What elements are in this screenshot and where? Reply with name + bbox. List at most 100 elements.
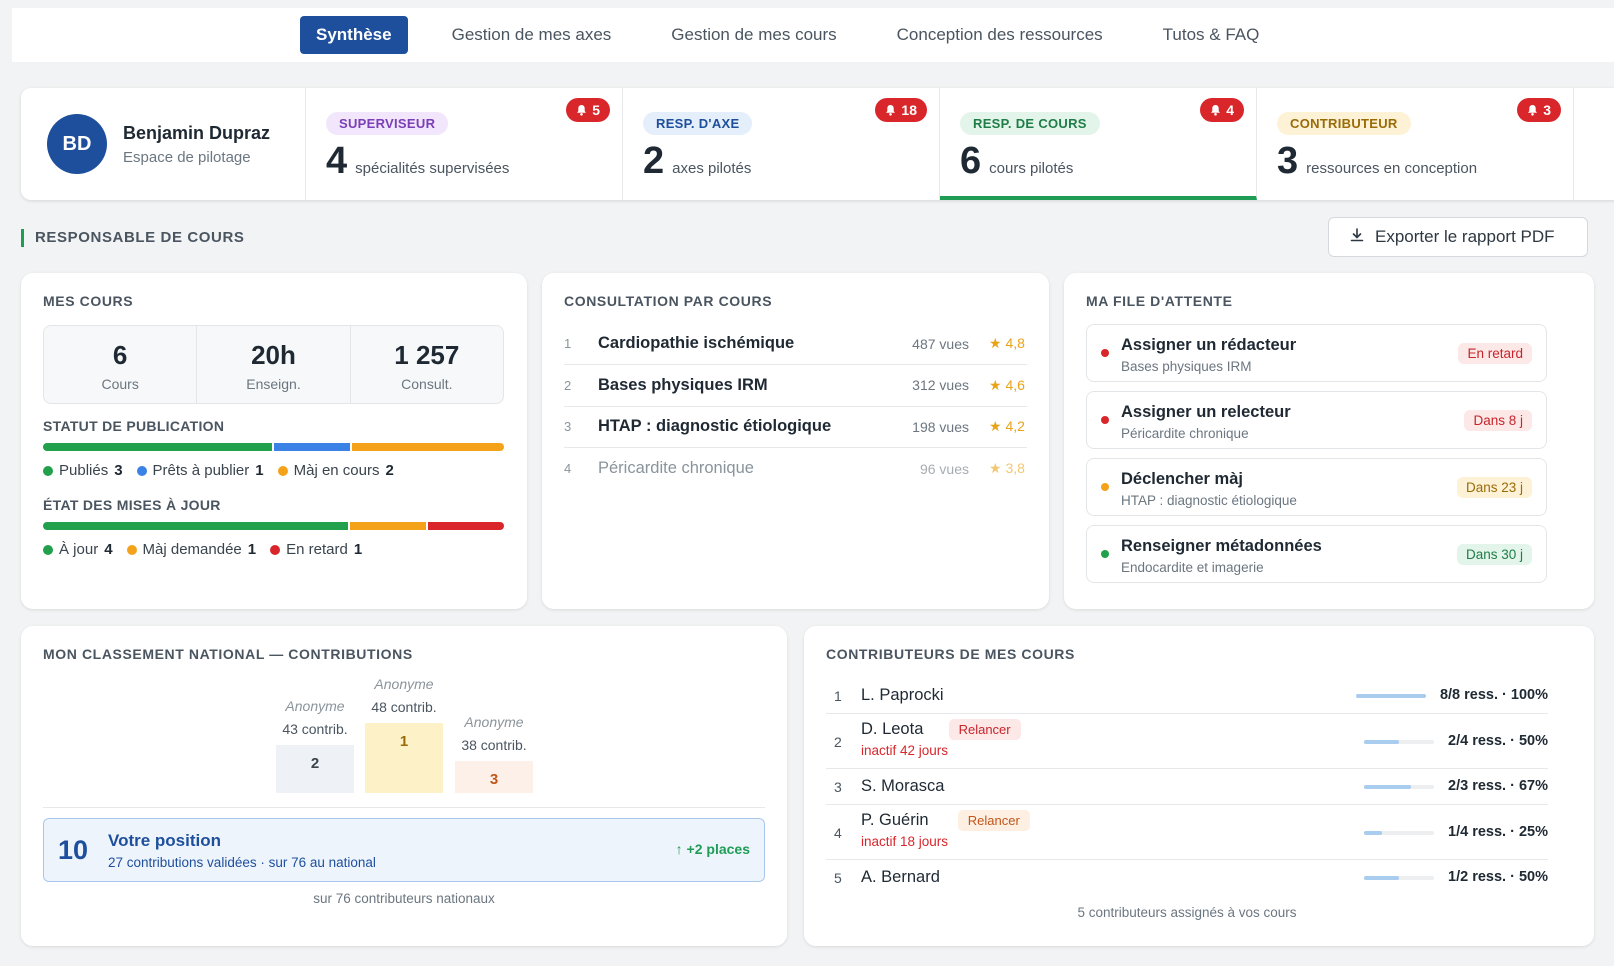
queue-card: MA FILE D'ATTENTE Assigner un rédacteur B… xyxy=(1064,273,1594,609)
legend-dot xyxy=(270,544,281,555)
contributor-rank: 3 xyxy=(834,779,842,795)
user-block: BD Benjamin Dupraz Espace de pilotage xyxy=(21,88,306,200)
my-position-subtitle: 27 contributions validées · sur 76 au na… xyxy=(108,855,376,870)
role-pill: SUPERVISEUR xyxy=(326,112,449,135)
stat-value: 6 xyxy=(112,340,128,370)
inactivity-label: inactif 18 jours xyxy=(861,834,949,849)
course-rank: 2 xyxy=(564,377,572,393)
role-card[interactable]: RESP. D'AXE 2 axes pilotés 18 xyxy=(623,88,940,200)
legend-item: Màj en cours 2 xyxy=(277,462,394,479)
consultation-card: CONSULTATION PAR COURS 1 Cardiopathie isc… xyxy=(542,273,1049,609)
course-row[interactable]: 1 Cardiopathie ischémique 487 vues ★ 4,8 xyxy=(564,323,1027,365)
my-position[interactable]: 10 Votre position 27 contributions valid… xyxy=(43,818,765,882)
status-dot xyxy=(1101,483,1109,491)
progress-track xyxy=(1364,876,1434,880)
legend-value: 1 xyxy=(255,462,264,479)
consultation-title: CONSULTATION PAR COURS xyxy=(564,293,773,309)
contributor-rank: 2 xyxy=(834,733,842,750)
course-rating: ★ 4,8 xyxy=(989,335,1025,351)
course-views: 487 vues xyxy=(912,335,969,352)
bar-segment xyxy=(351,443,504,451)
contributor-row[interactable]: 1 L. Paprocki 8/8 ress. · 100% xyxy=(826,678,1548,714)
legend-label: Prêts à publier xyxy=(152,462,250,479)
tab-conception-des-ressources[interactable]: Conception des ressources xyxy=(881,16,1119,54)
role-card[interactable]: RESP. DE COURS 6 cours pilotés 4 xyxy=(940,88,1257,200)
contributors-card: CONTRIBUTEURS DE MES COURS 1 L. Paprocki 8… xyxy=(804,626,1594,946)
course-rank: 3 xyxy=(564,419,572,434)
progress-track xyxy=(1364,830,1434,835)
contributors-footer: 5 contributeurs assignés à vos cours xyxy=(1077,905,1297,920)
course-views: 312 vues xyxy=(912,377,969,393)
role-cards: SUPERVISEUR 4 spécialités supervisées 5 RESP… xyxy=(306,88,1574,200)
tab-gestion-de-mes-axes[interactable]: Gestion de mes axes xyxy=(436,16,628,54)
contributor-row[interactable]: 2 D. Leota Relancer inactif 42 jours 2/4 res… xyxy=(826,714,1548,769)
contributor-progress-value: 2/4 ress. · 50% xyxy=(1448,732,1548,749)
export-pdf-button[interactable]: Exporter le rapport PDF xyxy=(1328,217,1588,257)
tab-tutos-faq[interactable]: Tutos & FAQ xyxy=(1147,16,1276,54)
stat-value: 20h xyxy=(251,340,296,370)
course-row[interactable]: 4 Péricardite chronique 96 vues ★ 3,8 xyxy=(564,448,1027,490)
nav-tabs: Synthèse Gestion de mes axes Gestion de me… xyxy=(300,8,1303,62)
notification-badge[interactable]: 3 xyxy=(1517,98,1561,122)
bar-segment xyxy=(273,443,350,451)
legend-item: Prêts à publier 1 xyxy=(136,462,264,479)
bar-segment xyxy=(43,522,348,530)
queue-item[interactable]: Renseigner métadonnées Endocardite et ima… xyxy=(1086,525,1547,583)
status-dot xyxy=(1101,349,1109,357)
ranking-footer: sur 76 contributeurs nationaux xyxy=(313,891,495,906)
bar-segment xyxy=(349,522,426,530)
relancer-button[interactable]: Relancer xyxy=(957,810,1030,831)
legend-label: Publiés xyxy=(59,462,109,479)
contributor-row[interactable]: 3 S. Morasca 2/3 ress. · 67% xyxy=(826,769,1548,805)
publication-title: STATUT DE PUBLICATION xyxy=(43,418,225,434)
legend-item: À jour 4 xyxy=(43,541,113,558)
role-count: 2 axes pilotés xyxy=(643,140,939,183)
contributor-row[interactable]: 4 P. Guérin Relancer inactif 18 jours 1/4 re… xyxy=(826,805,1548,860)
role-card[interactable]: CONTRIBUTEUR 3 ressources en conception 3 xyxy=(1257,88,1574,200)
role-pill: RESP. D'AXE xyxy=(643,112,753,135)
updates-title: ÉTAT DES MISES À JOUR xyxy=(43,497,221,513)
queue-item[interactable]: Déclencher màj HTAP : diagnostic étiologi… xyxy=(1086,458,1547,516)
queue-item-subtitle: HTAP : diagnostic étiologique xyxy=(1121,493,1297,508)
role-count-number: 3 xyxy=(1277,140,1299,182)
progress-track xyxy=(1364,739,1434,744)
legend-item: En retard 1 xyxy=(270,541,362,558)
queue-item[interactable]: Assigner un rédacteur Bases physiques IRM… xyxy=(1086,324,1547,382)
contributor-name: D. Leota xyxy=(861,720,924,738)
mes-cours-title: MES COURS xyxy=(43,293,134,309)
contributor-progress-value: 1/4 ress. · 25% xyxy=(1448,823,1548,840)
bell-icon xyxy=(885,104,896,116)
legend-value: 2 xyxy=(385,462,394,479)
tab-gestion-de-mes-cours[interactable]: Gestion de mes cours xyxy=(655,16,852,54)
course-row[interactable]: 3 HTAP : diagnostic étiologique 198 vues ★ … xyxy=(564,406,1027,448)
legend-value: 1 xyxy=(247,541,257,558)
role-card[interactable]: SUPERVISEUR 4 spécialités supervisées 5 xyxy=(306,88,623,200)
course-row[interactable]: 2 Bases physiques IRM 312 vues ★ 4,6 xyxy=(564,365,1027,407)
progress-track xyxy=(1356,694,1426,698)
updates-bar xyxy=(43,522,504,530)
role-count-label: ressources en conception xyxy=(1306,160,1478,177)
tab-synth-se[interactable]: Synthèse xyxy=(300,16,408,54)
queue-item[interactable]: Assigner un relecteur Péricardite chroniq… xyxy=(1086,391,1547,449)
deadline-badge: Dans 8 j xyxy=(1464,410,1532,431)
podium-place-2: 2 xyxy=(276,745,354,793)
notification-badge[interactable]: 18 xyxy=(875,98,927,122)
legend-label: À jour xyxy=(59,541,99,558)
relancer-button[interactable]: Relancer xyxy=(948,719,1021,740)
deadline-badge: Dans 30 j xyxy=(1456,544,1532,565)
queue-item-title: Assigner un relecteur xyxy=(1121,403,1291,421)
stat-enseign: 20h Enseign. xyxy=(197,326,351,403)
publication-legend: Publiés 3 Prêts à publier 1 Màj en cours 2 xyxy=(43,462,408,479)
progress-fill xyxy=(1364,876,1399,880)
notification-badge[interactable]: 4 xyxy=(1200,98,1244,122)
course-name: Péricardite chronique xyxy=(598,459,754,477)
queue-item-title: Assigner un rédacteur xyxy=(1121,336,1297,354)
notification-badge[interactable]: 5 xyxy=(566,98,610,122)
course-rank: 4 xyxy=(564,461,572,476)
contributor-progress-value: 1/2 ress. · 50% xyxy=(1448,869,1548,885)
stat-consult: 1 257 Consult. xyxy=(351,326,503,403)
contributor-rank: 4 xyxy=(834,824,842,841)
stat-label: Consult. xyxy=(401,376,453,392)
progress-fill xyxy=(1364,785,1411,789)
contributor-row[interactable]: 5 A. Bernard 1/2 ress. · 50% xyxy=(826,860,1548,896)
